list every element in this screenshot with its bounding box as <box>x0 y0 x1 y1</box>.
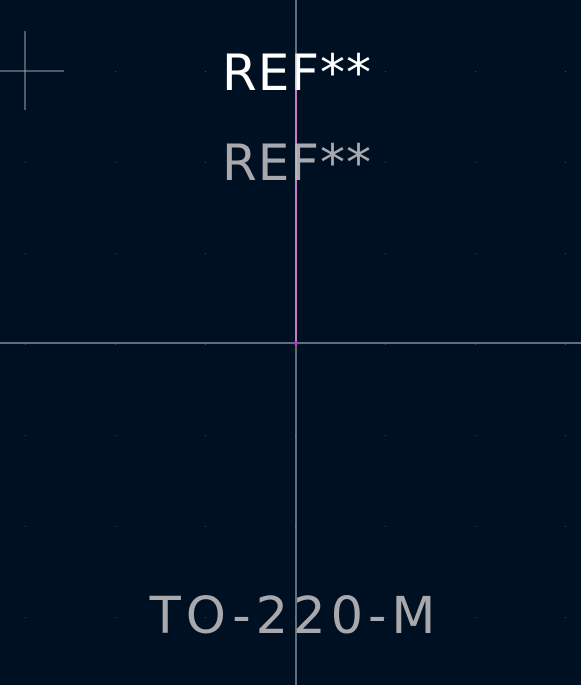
grid-dot <box>565 526 566 527</box>
grid-dot <box>115 71 116 72</box>
grid-dot <box>115 344 116 345</box>
cursor-crosshair-icon <box>0 0 581 685</box>
grid-dot <box>385 344 386 345</box>
grid-dot <box>115 435 116 436</box>
grid-dot <box>475 617 476 618</box>
value-reference-text[interactable]: REF** <box>222 134 372 192</box>
footprint-value-text[interactable]: TO-220-M <box>149 587 441 646</box>
grid-dot <box>565 435 566 436</box>
grid-dot <box>475 344 476 345</box>
grid-dot <box>565 71 566 72</box>
grid-dot <box>205 253 206 254</box>
grid-dot <box>25 162 26 163</box>
grid-dot <box>205 71 206 72</box>
grid-dot <box>475 162 476 163</box>
grid-dot <box>565 162 566 163</box>
grid-dot <box>475 435 476 436</box>
grid-dot <box>25 253 26 254</box>
grid-dot <box>385 71 386 72</box>
grid-dot <box>475 253 476 254</box>
grid-dot <box>565 344 566 345</box>
grid-origin-icon <box>0 31 64 110</box>
grid-dot <box>25 526 26 527</box>
reference-designator-text[interactable]: REF** <box>222 44 372 102</box>
grid-dot <box>115 162 116 163</box>
grid-dot <box>385 526 386 527</box>
grid-dot <box>25 617 26 618</box>
anchor-point-icon <box>294 341 298 345</box>
grid-dot <box>385 253 386 254</box>
grid-dot <box>205 526 206 527</box>
grid-dot <box>565 253 566 254</box>
pcb-editor-canvas[interactable]: REF** REF** TO-220-M <box>0 0 581 685</box>
grid-dot <box>475 526 476 527</box>
grid-dot <box>25 435 26 436</box>
grid-dot <box>385 162 386 163</box>
grid-dot <box>205 162 206 163</box>
grid-dot <box>205 344 206 345</box>
footprint-view[interactable]: REF** REF** TO-220-M <box>0 0 581 685</box>
grid-dot <box>475 71 476 72</box>
grid-dot <box>115 526 116 527</box>
grid-dot <box>205 435 206 436</box>
grid-dot <box>385 435 386 436</box>
grid-dot <box>25 344 26 345</box>
grid-dot <box>115 617 116 618</box>
grid-dot <box>565 617 566 618</box>
grid-dot <box>115 253 116 254</box>
